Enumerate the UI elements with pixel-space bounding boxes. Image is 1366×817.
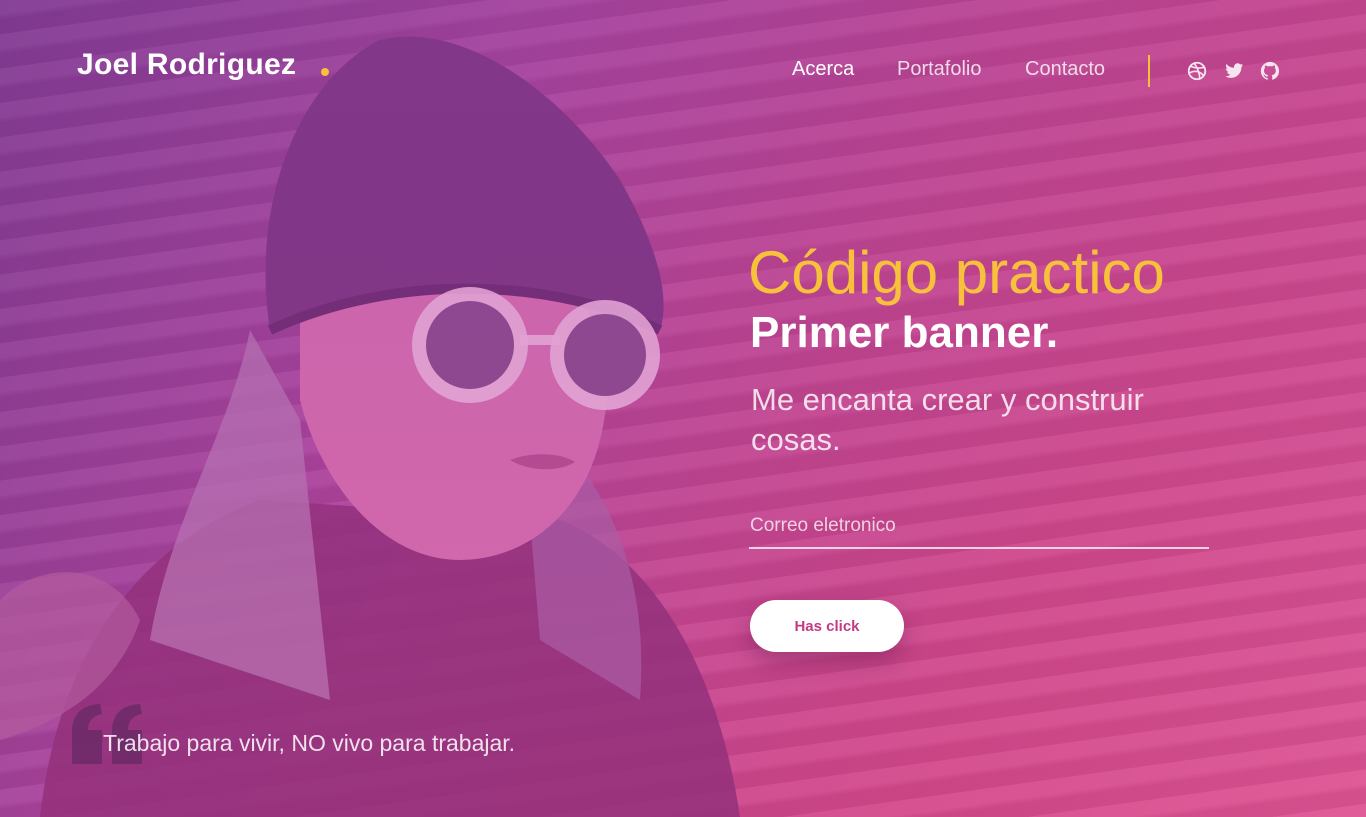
email-input[interactable] bbox=[749, 505, 1209, 549]
nav-divider bbox=[1148, 55, 1150, 87]
hero-description: Me encanta crear y construir cosas. bbox=[751, 382, 1144, 458]
menu-item-acerca[interactable]: Acerca bbox=[792, 58, 854, 81]
menu-item-contacto[interactable]: Contacto bbox=[1025, 58, 1105, 81]
hero-title: Código practico bbox=[748, 239, 1165, 306]
logo-dot bbox=[321, 68, 329, 76]
hero-subtitle: Primer banner. bbox=[750, 308, 1059, 357]
cta-button[interactable]: Has click bbox=[750, 600, 904, 652]
top-navigation: Joel Rodriguez Acerca Portafolio Contact… bbox=[0, 0, 1366, 140]
landing-page: Joel Rodriguez Acerca Portafolio Contact… bbox=[0, 0, 1366, 817]
menu-item-portafolio[interactable]: Portafolio bbox=[897, 58, 982, 81]
github-icon[interactable] bbox=[1259, 60, 1281, 82]
quote-text: Trabajo para vivir, NO vivo para trabaja… bbox=[103, 730, 516, 756]
logo-text[interactable]: Joel Rodriguez bbox=[77, 48, 296, 82]
dribbble-icon[interactable] bbox=[1186, 60, 1208, 82]
twitter-icon[interactable] bbox=[1223, 60, 1245, 82]
